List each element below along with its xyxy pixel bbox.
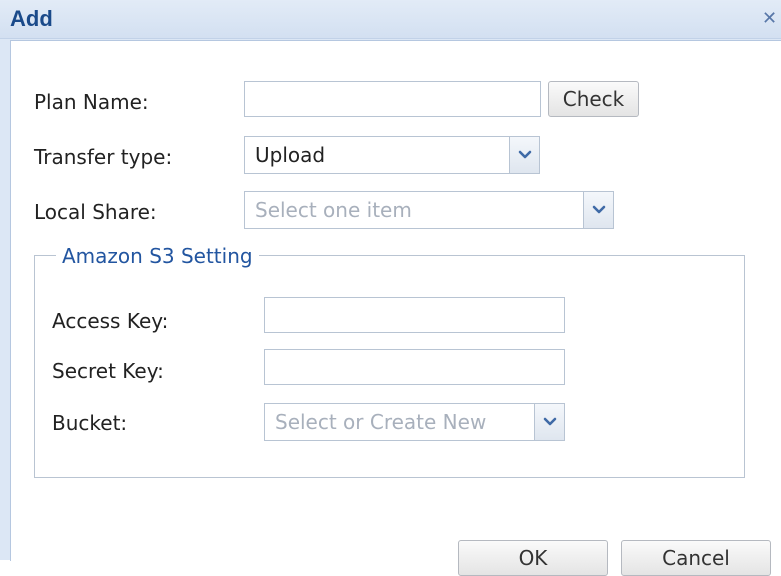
chevron-down-icon [518,150,532,159]
bucket-placeholder: Select or Create New [275,410,487,434]
bucket-select[interactable]: Select or Create New [264,403,565,441]
secret-key-label: Secret Key: [52,359,164,383]
secret-key-input[interactable] [264,349,565,385]
chevron-down-icon [543,417,557,426]
dialog-title: Add [10,6,53,31]
local-share-select[interactable]: Select one item [244,191,614,229]
local-share-placeholder: Select one item [255,198,412,222]
dialog-titlebar[interactable]: Add ✕ [0,0,781,39]
amazon-s3-settings-legend: Amazon S3 Setting [56,244,259,268]
access-key-input[interactable] [264,297,565,333]
add-dialog: Add ✕ Plan Name: Check Transfer type: Up… [0,0,781,576]
access-key-label: Access Key: [52,309,169,333]
bucket-label: Bucket: [52,411,128,435]
plan-name-input[interactable] [244,81,541,117]
close-icon[interactable]: ✕ [762,8,781,30]
chevron-down-icon [592,205,606,214]
transfer-type-value: Upload [255,143,326,167]
transfer-type-dropdown-trigger[interactable] [509,137,539,173]
transfer-type-label: Transfer type: [34,145,173,169]
bucket-dropdown-trigger[interactable] [534,404,564,440]
ok-button[interactable]: OK [458,540,608,576]
local-share-label: Local Share: [34,200,157,224]
check-button[interactable]: Check [548,81,639,117]
cancel-button[interactable]: Cancel [621,540,771,576]
local-share-dropdown-trigger[interactable] [583,192,613,228]
plan-name-label: Plan Name: [34,90,149,114]
transfer-type-select[interactable]: Upload [244,136,540,174]
